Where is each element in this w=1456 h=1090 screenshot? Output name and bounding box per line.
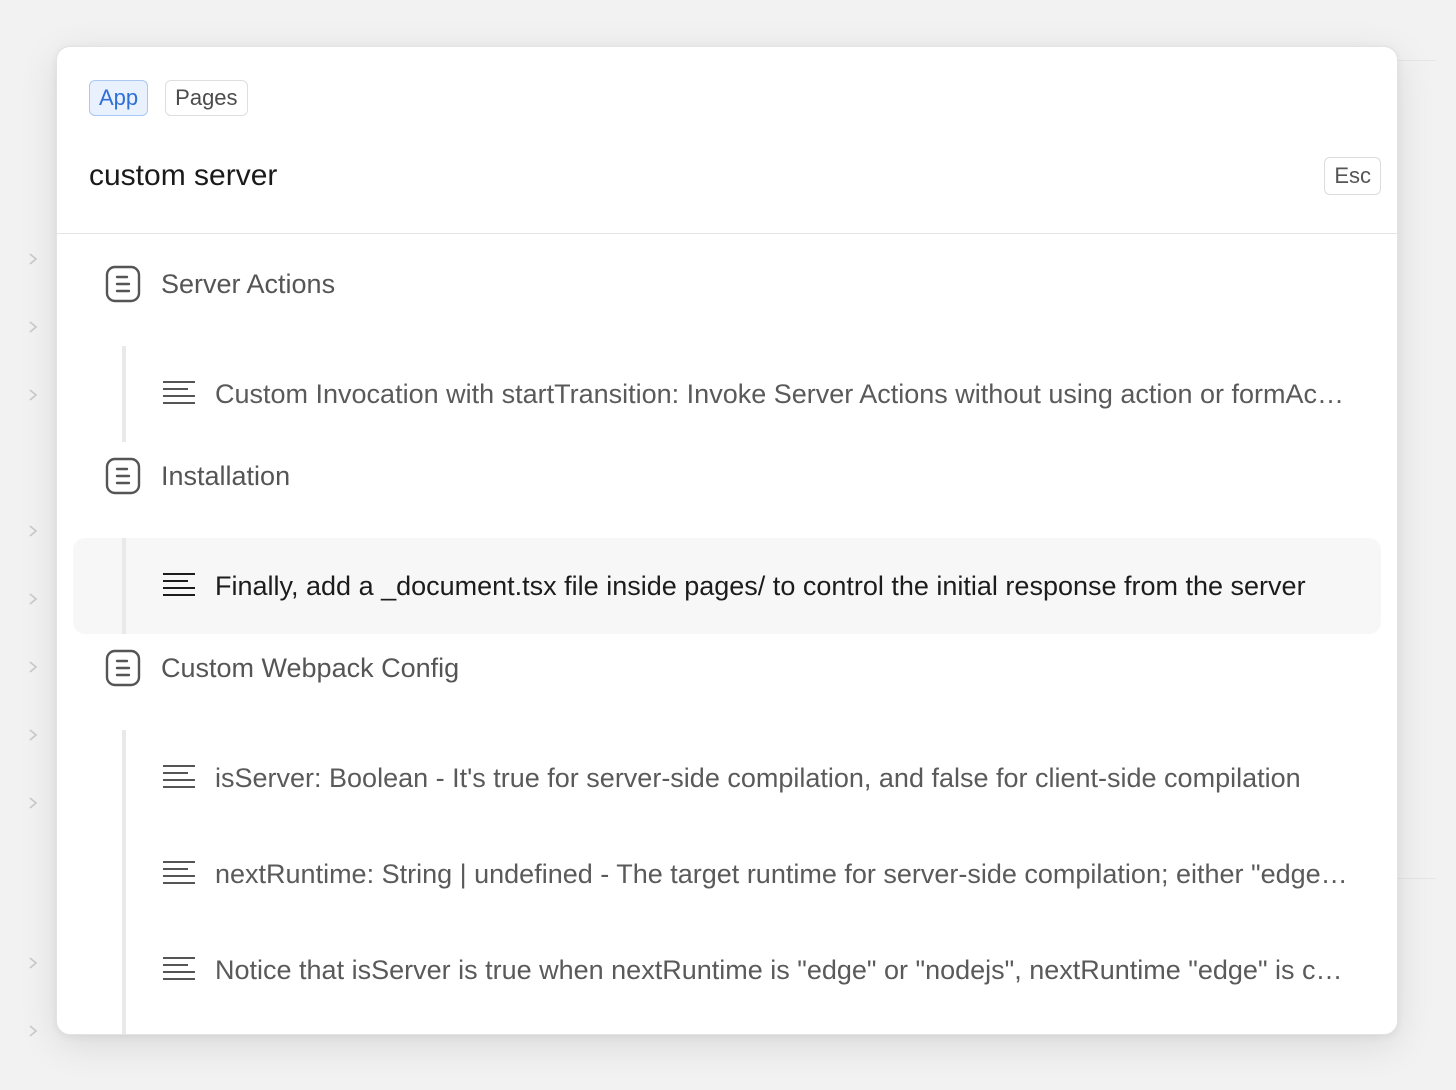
result-item-text: isServer: Boolean - It's true for server…	[215, 763, 1301, 793]
chevron-right-icon	[29, 525, 38, 537]
text-lines-icon	[163, 381, 195, 404]
chevron-right-icon	[29, 253, 38, 265]
tab-app[interactable]: App	[89, 80, 149, 116]
result-item[interactable]: isServer: Boolean - It's true for server…	[73, 730, 1381, 826]
background-divider	[1396, 60, 1436, 61]
group-connector	[122, 538, 126, 634]
chevron-right-icon	[29, 593, 38, 605]
text-lines-icon	[163, 765, 195, 788]
result-item[interactable]: nextRuntime: String | undefined - The ta…	[73, 826, 1381, 922]
chevron-right-icon	[29, 389, 38, 401]
chevron-right-icon	[29, 797, 38, 809]
result-item[interactable]: Custom Invocation with startTransition: …	[73, 346, 1381, 442]
command-palette: App Pages Esc Server Actions	[56, 46, 1398, 1035]
palette-header: App Pages Esc	[57, 47, 1397, 234]
chevron-right-icon	[29, 729, 38, 741]
result-group-title: Installation	[161, 460, 291, 491]
result-item[interactable]: Notice that isServer is true when nextRu…	[73, 922, 1381, 1018]
result-group-title: Server Actions	[161, 268, 336, 299]
chevron-right-icon	[29, 661, 38, 673]
result-group-installation[interactable]: Installation	[105, 456, 290, 496]
result-item-text: Notice that isServer is true when nextRu…	[215, 955, 1350, 985]
search-row: Esc	[89, 155, 1381, 197]
chevron-right-icon	[29, 321, 38, 333]
result-item-text: nextRuntime: String | undefined - The ta…	[215, 859, 1350, 889]
result-group-title: Custom Webpack Config	[161, 652, 460, 683]
document-icon	[105, 265, 141, 303]
document-icon	[105, 457, 141, 495]
esc-button[interactable]: Esc	[1324, 157, 1381, 195]
text-lines-icon	[163, 861, 195, 884]
search-input[interactable]	[89, 159, 1325, 193]
chevron-right-icon	[29, 1025, 38, 1037]
result-group-custom-webpack-config[interactable]: Custom Webpack Config	[105, 648, 459, 688]
text-lines-icon	[163, 957, 195, 980]
results-list: Server Actions Custom Invocation with st…	[57, 234, 1397, 1034]
tab-pages[interactable]: Pages	[165, 80, 248, 116]
document-icon	[105, 649, 141, 687]
result-item-text: Custom Invocation with startTransition: …	[215, 379, 1350, 409]
result-item-highlighted[interactable]: Finally, add a _document.tsx file inside…	[73, 538, 1381, 634]
result-item-text: Finally, add a _document.tsx file inside…	[215, 571, 1306, 601]
chevron-right-icon	[29, 957, 38, 969]
text-lines-icon	[163, 573, 195, 596]
scope-tabs: App Pages	[89, 80, 248, 116]
background-divider	[1396, 878, 1436, 879]
result-group-server-actions[interactable]: Server Actions	[105, 264, 335, 304]
